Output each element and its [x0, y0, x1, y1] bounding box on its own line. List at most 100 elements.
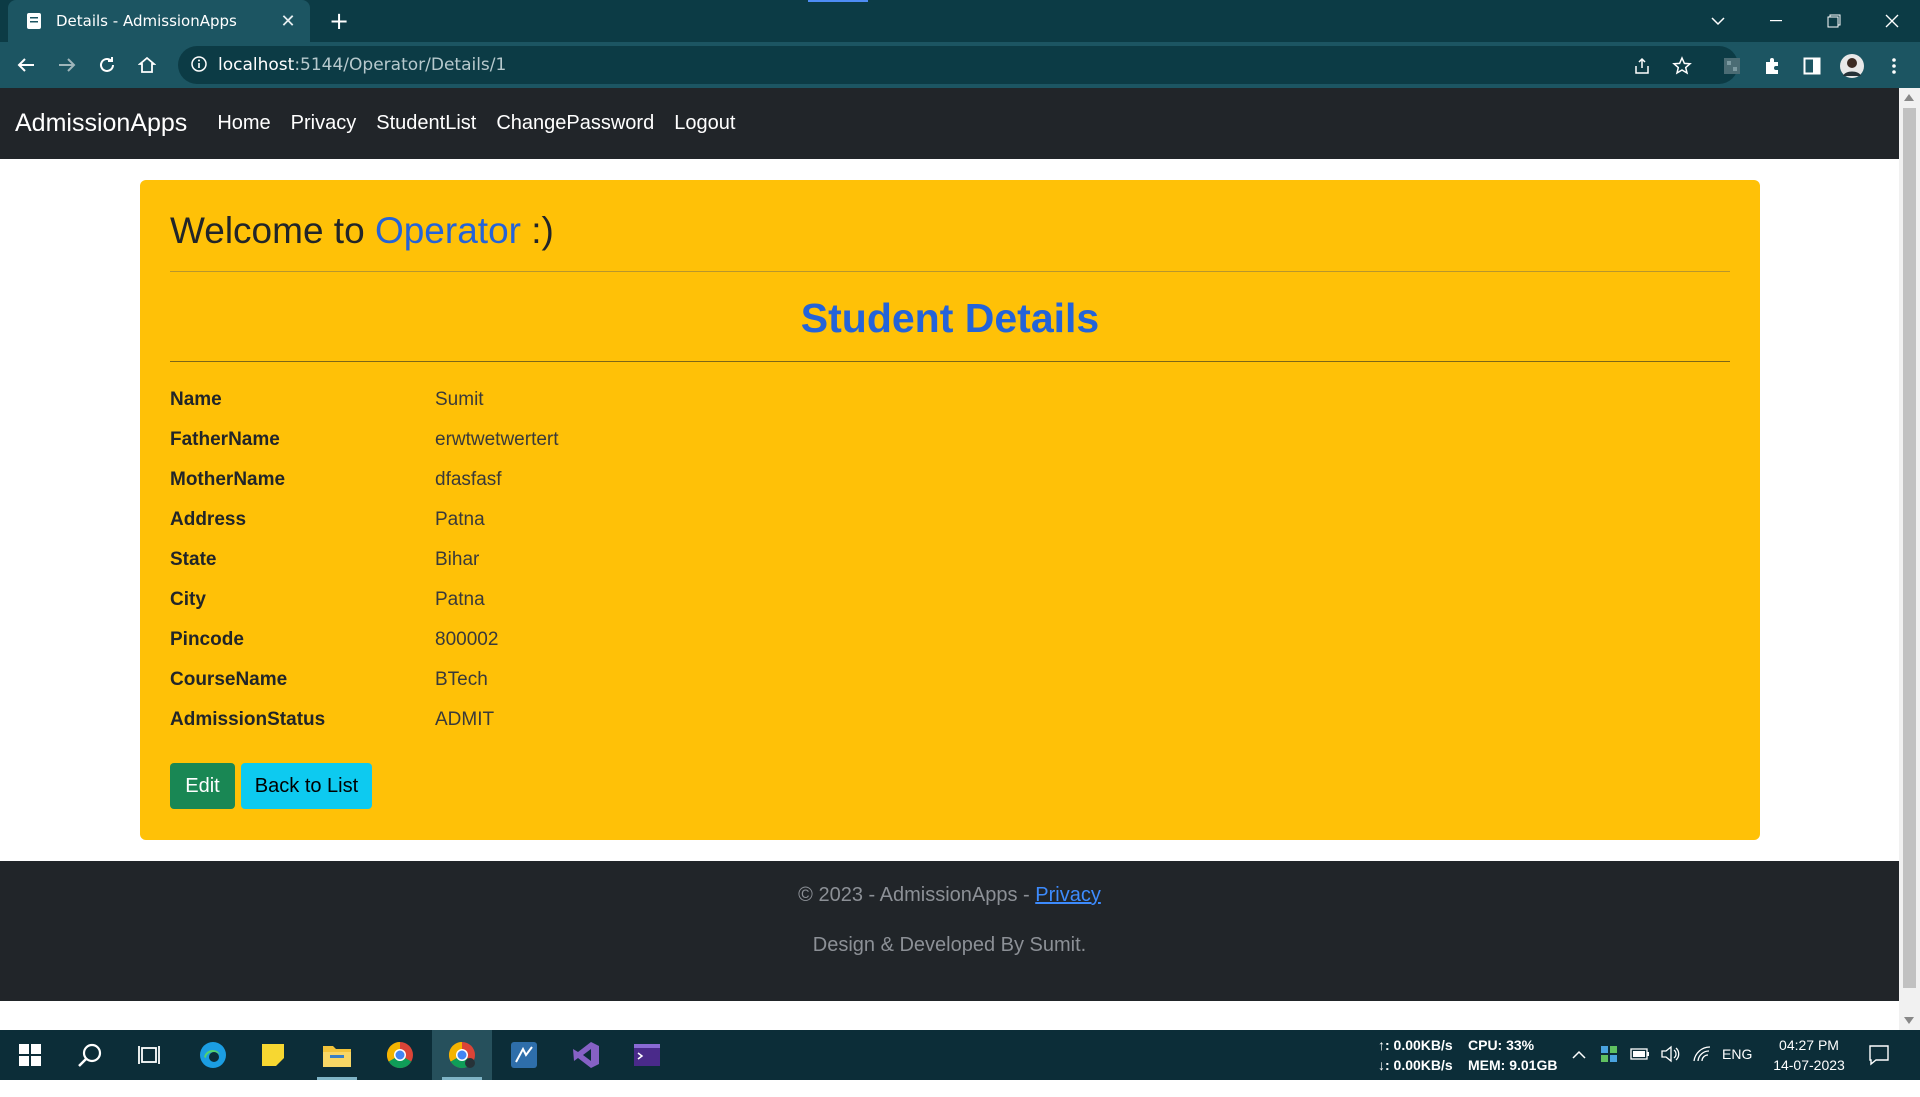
page-icon — [24, 11, 44, 31]
forward-arrow-icon[interactable] — [51, 49, 83, 81]
reload-icon[interactable] — [91, 49, 123, 81]
side-panel-icon[interactable] — [1800, 54, 1824, 78]
net-upload-speed: ↑: 0.00KB/s — [1378, 1037, 1453, 1053]
tab-title: Details - AdmissionApps — [56, 12, 237, 30]
close-window-icon[interactable] — [1864, 0, 1920, 42]
detail-value: erwtwetwertert — [435, 429, 559, 450]
search-icon[interactable] — [60, 1030, 120, 1080]
welcome-heading: Welcome to Operator :) — [170, 210, 554, 252]
tab-close-icon[interactable]: ✕ — [278, 11, 298, 32]
detail-row-admissionstatus: AdmissionStatus ADMIT — [170, 700, 970, 740]
volume-icon[interactable] — [1660, 1045, 1680, 1095]
detail-label: FatherName — [170, 429, 280, 450]
memory-usage: MEM: 9.01GB — [1468, 1057, 1558, 1073]
chrome-profile-icon[interactable] — [432, 1030, 492, 1080]
browser-toolbar: localhost:5144/Operator/Details/1 — [0, 42, 1920, 88]
nav-logout[interactable]: Logout — [664, 112, 745, 135]
windows-taskbar: ↑: 0.00KB/s ↓: 0.00KB/s CPU: 33% MEM: 9.… — [0, 1030, 1920, 1080]
bookmark-star-icon[interactable] — [1670, 54, 1694, 78]
url-host: localhost — [218, 55, 295, 75]
url-path: :5144/Operator/Details/1 — [294, 55, 507, 75]
battery-icon[interactable] — [1630, 1047, 1650, 1097]
scrollbar-thumb[interactable] — [1903, 108, 1916, 988]
details-list: Name Sumit FatherName erwtwetwertert Mothe… — [170, 380, 970, 740]
detail-row-coursename: CourseName BTech — [170, 660, 970, 700]
system-usage-meter: CPU: 33% MEM: 9.01GB — [1468, 1035, 1573, 1085]
visual-studio-icon[interactable] — [556, 1030, 616, 1080]
detail-row-state: State Bihar — [170, 540, 970, 580]
nav-changepassword[interactable]: ChangePassword — [486, 112, 664, 135]
windows-start-icon[interactable] — [0, 1030, 60, 1080]
notifications-icon[interactable] — [1868, 1044, 1890, 1094]
detail-value: Sumit — [435, 389, 484, 410]
share-icon[interactable] — [1630, 54, 1654, 78]
nav-privacy[interactable]: Privacy — [281, 112, 367, 135]
home-icon[interactable] — [131, 49, 163, 81]
detail-value: Patna — [435, 509, 485, 530]
detail-value: BTech — [435, 669, 488, 690]
welcome-prefix: Welcome to — [170, 210, 375, 251]
network-speed-meter: ↑: 0.00KB/s ↓: 0.00KB/s — [1378, 1035, 1468, 1085]
detail-label: State — [170, 549, 217, 570]
divider — [170, 271, 1730, 272]
profile-avatar[interactable] — [1840, 54, 1864, 78]
terminal-icon[interactable] — [617, 1030, 677, 1080]
site-info-icon[interactable] — [190, 55, 210, 75]
nav-home[interactable]: Home — [207, 112, 280, 135]
detail-label: CourseName — [170, 669, 288, 690]
clock[interactable]: 04:27 PM 14-07-2023 — [1764, 1035, 1854, 1085]
browser-tab[interactable]: Details - AdmissionApps ✕ — [8, 0, 310, 42]
defender-icon[interactable] — [1600, 1045, 1618, 1095]
detail-label: AdmissionStatus — [170, 709, 326, 730]
tab-activity-indicator — [808, 0, 868, 2]
app-navbar: AdmissionApps Home Privacy StudentList C… — [0, 88, 1899, 159]
footer-credit: Design & Developed By Sumit. — [812, 934, 1087, 956]
azure-data-studio-icon[interactable] — [494, 1030, 554, 1080]
brand-link[interactable]: AdmissionApps — [15, 109, 187, 138]
detail-row-pincode: Pincode 800002 — [170, 620, 970, 660]
detail-label: Pincode — [170, 629, 244, 650]
task-view-icon[interactable] — [120, 1030, 180, 1080]
browser-menu-icon[interactable] — [1882, 54, 1906, 78]
detail-value: 800002 — [435, 629, 499, 650]
nav-studentlist[interactable]: StudentList — [366, 112, 486, 135]
detail-row-city: City Patna — [170, 580, 970, 620]
footer-privacy-link[interactable]: Privacy — [1035, 884, 1101, 906]
wifi-icon[interactable] — [1692, 1045, 1712, 1095]
extension-app-icon[interactable] — [1720, 54, 1744, 78]
scroll-down-arrow-icon[interactable] — [1904, 1017, 1914, 1024]
back-to-list-button[interactable]: Back to List — [241, 763, 372, 809]
sticky-notes-icon[interactable] — [243, 1030, 303, 1080]
divider — [170, 361, 1730, 362]
detail-row-mothername: MotherName dfasfasf — [170, 460, 970, 500]
address-bar[interactable]: localhost:5144/Operator/Details/1 — [178, 46, 1738, 84]
page-viewport: AdmissionApps Home Privacy StudentList C… — [0, 88, 1899, 1030]
detail-row-address: Address Patna — [170, 500, 970, 540]
details-card: Welcome to Operator :) Student Details N… — [140, 180, 1760, 840]
file-explorer-icon[interactable] — [307, 1030, 367, 1080]
back-arrow-icon[interactable] — [10, 49, 42, 81]
minimize-icon[interactable] — [1748, 0, 1804, 42]
chrome-icon[interactable] — [370, 1030, 430, 1080]
detail-value: ADMIT — [435, 709, 495, 730]
section-title: Student Details — [800, 295, 1100, 341]
browser-tabstrip: Details - AdmissionApps ✕ + — [0, 0, 1920, 42]
detail-label: Name — [170, 389, 222, 410]
detail-label: Address — [170, 509, 247, 530]
new-tab-button[interactable]: + — [326, 8, 352, 34]
scroll-up-arrow-icon[interactable] — [1904, 94, 1914, 101]
detail-row-fathername: FatherName erwtwetwertert — [170, 420, 970, 460]
tab-search-icon[interactable] — [1690, 0, 1746, 42]
edit-button[interactable]: Edit — [170, 763, 235, 809]
clock-time: 04:27 PM — [1779, 1037, 1839, 1053]
show-hidden-icons-chevron-icon[interactable] — [1572, 1047, 1586, 1097]
page-scrollbar[interactable] — [1899, 88, 1920, 1030]
welcome-suffix: :) — [520, 210, 554, 251]
page-footer: © 2023 - AdmissionApps - Privacy Design … — [0, 861, 1899, 1001]
edge-browser-icon[interactable] — [183, 1030, 243, 1080]
restore-icon[interactable] — [1806, 0, 1862, 42]
cpu-usage: CPU: 33% — [1468, 1037, 1535, 1053]
language-indicator[interactable]: ENG — [1722, 1046, 1762, 1096]
footer-copyright: © 2023 - AdmissionApps - — [798, 884, 1036, 906]
extensions-puzzle-icon[interactable] — [1760, 54, 1784, 78]
